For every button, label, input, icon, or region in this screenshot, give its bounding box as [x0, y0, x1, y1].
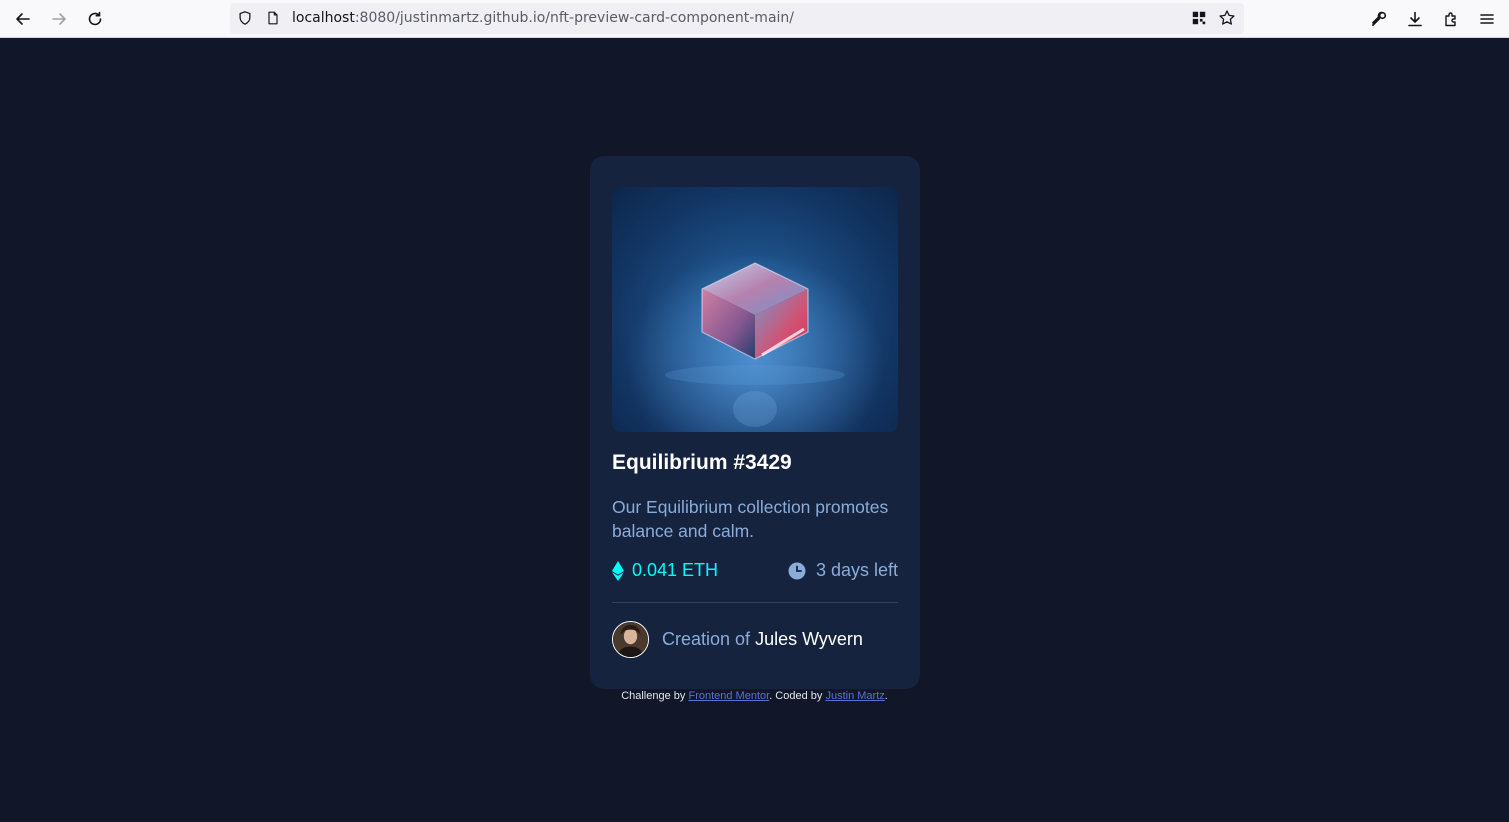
download-icon[interactable] [1402, 6, 1428, 32]
wrench-icon[interactable] [1366, 6, 1392, 32]
price-info: 0.041 ETH [612, 560, 718, 581]
url-host: localhost [292, 10, 355, 26]
url-path: :8080/justinmartz.github.io/nft-preview-… [354, 10, 795, 26]
reload-icon[interactable] [82, 6, 108, 32]
back-arrow-icon[interactable] [10, 6, 36, 32]
browser-toolbar: localhost:8080/justinmartz.github.io/nft… [0, 0, 1509, 38]
bookmark-star-icon[interactable] [1218, 9, 1236, 27]
shield-icon[interactable] [236, 9, 254, 27]
equilibrium-cube-image [612, 187, 898, 432]
page-icon[interactable] [264, 9, 282, 27]
url-bar[interactable]: localhost:8080/justinmartz.github.io/nft… [230, 3, 1244, 34]
ethereum-icon [612, 560, 624, 581]
nft-title[interactable]: Equilibrium #3429 [612, 451, 792, 475]
creator-line: Creation of Jules Wyvern [662, 629, 863, 650]
creator-prefix: Creation of [662, 629, 756, 649]
creator-name[interactable]: Jules Wyvern [755, 629, 863, 649]
menu-icon[interactable] [1474, 6, 1500, 32]
time-info: 3 days left [788, 560, 898, 581]
clock-icon [788, 562, 806, 579]
creator-info: Creation of Jules Wyvern [612, 621, 863, 658]
url-text[interactable]: localhost:8080/justinmartz.github.io/nft… [292, 10, 794, 26]
nft-card: Equilibrium #3429 Our Equilibrium collec… [590, 156, 920, 689]
price-value: 0.041 ETH [632, 560, 719, 580]
extensions-icon[interactable] [1438, 6, 1464, 32]
page-content: Equilibrium #3429 Our Equilibrium collec… [0, 39, 1509, 822]
nft-image[interactable] [612, 187, 898, 432]
avatar [612, 621, 649, 658]
qr-code-icon[interactable] [1190, 9, 1208, 27]
frontend-mentor-link[interactable]: Frontend Mentor [688, 690, 769, 702]
attribution-middle: . Coded by [769, 690, 826, 702]
attribution-prefix: Challenge by [621, 690, 689, 702]
time-left: 3 days left [815, 560, 898, 580]
attribution: Challenge by Frontend Mentor. Coded by J… [0, 690, 1509, 702]
author-link[interactable]: Justin Martz [825, 690, 884, 702]
attribution-suffix: . [884, 690, 888, 702]
forward-arrow-icon[interactable] [46, 6, 72, 32]
card-divider [612, 602, 898, 603]
nft-description: Our Equilibrium collection promotes bala… [612, 497, 889, 541]
